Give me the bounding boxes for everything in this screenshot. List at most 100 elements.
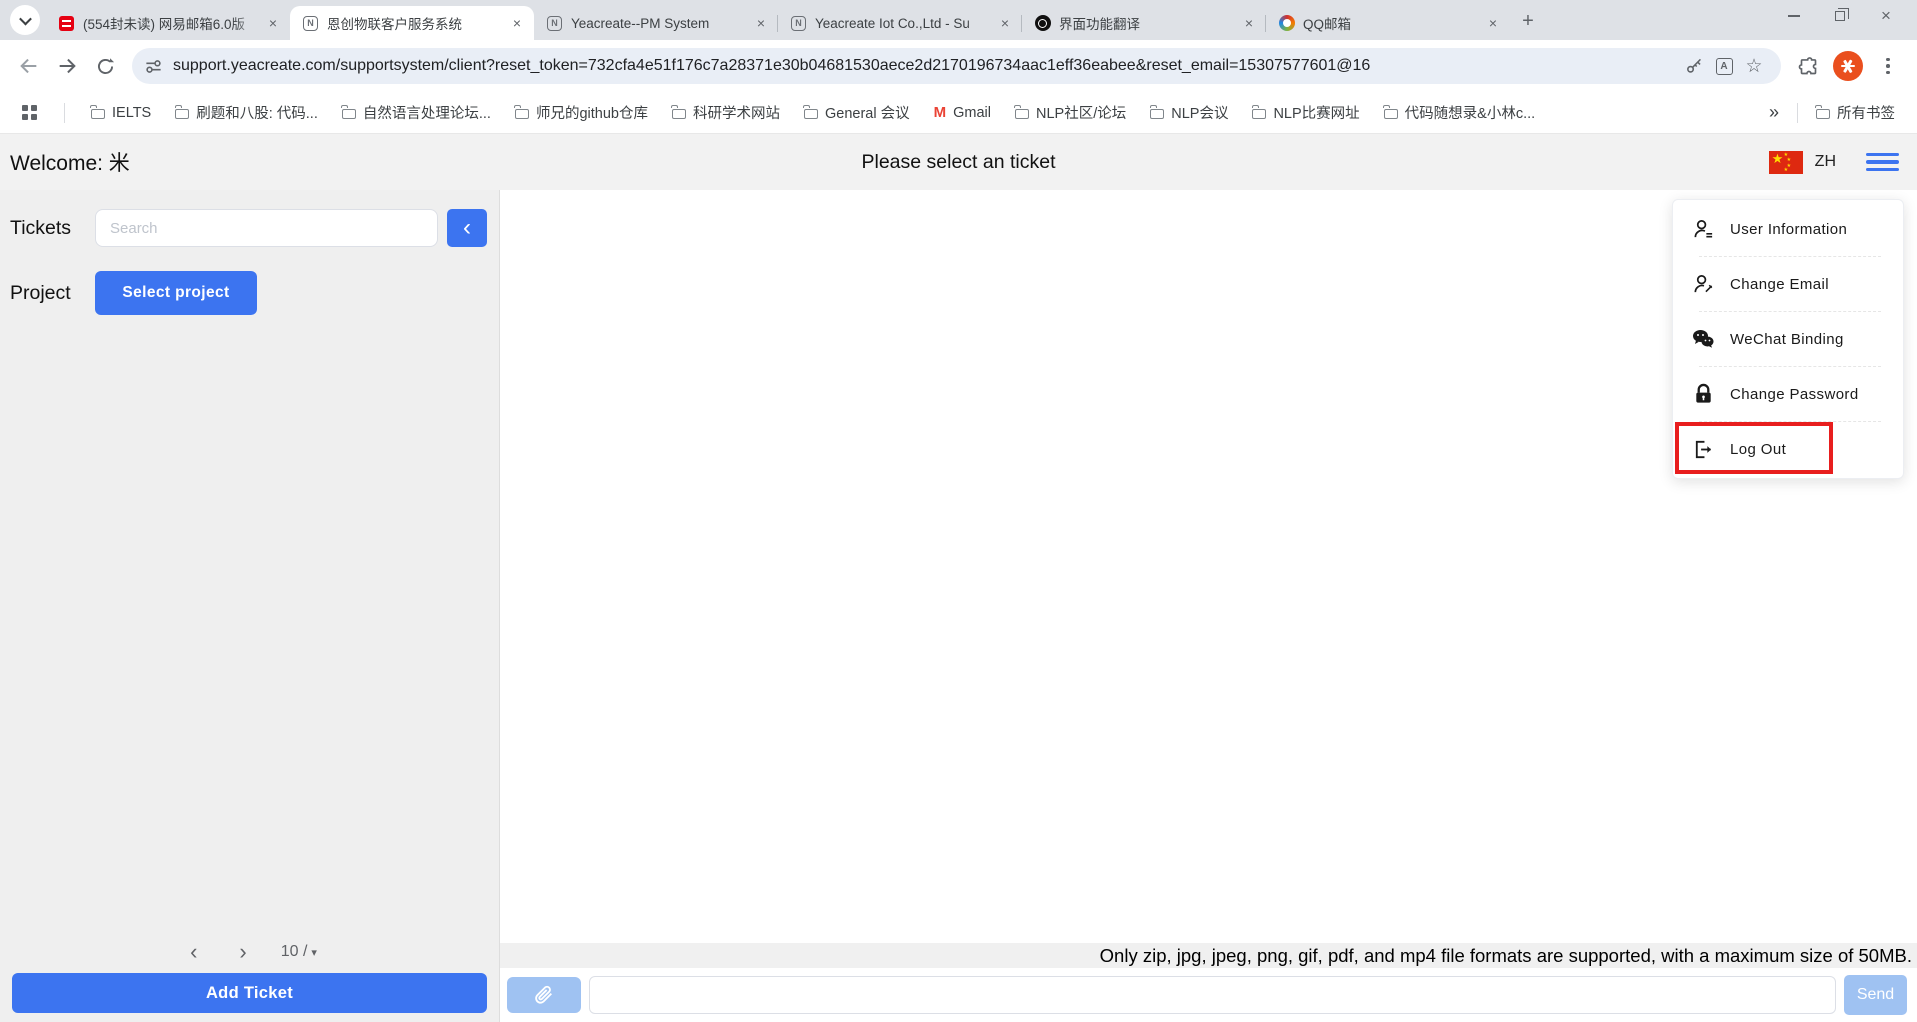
send-button[interactable]: Send bbox=[1844, 975, 1907, 1015]
support-page: Welcome: 米 Please select an ticket ★ ★ ★… bbox=[0, 134, 1917, 1022]
minimize-icon bbox=[1788, 15, 1800, 17]
prev-page-button[interactable]: ‹ bbox=[182, 941, 205, 963]
tab-close-icon[interactable]: × bbox=[1484, 14, 1502, 32]
tab-close-icon[interactable]: × bbox=[996, 14, 1014, 32]
bookmark-gmail[interactable]: M Gmail bbox=[926, 99, 999, 126]
chevron-left-icon: ‹ bbox=[463, 214, 471, 241]
close-icon: × bbox=[1881, 6, 1891, 25]
bookmark-folder[interactable]: General 会议 bbox=[796, 97, 918, 128]
select-project-button[interactable]: Select project bbox=[95, 271, 257, 315]
message-input[interactable] bbox=[589, 976, 1836, 1014]
add-ticket-button[interactable]: Add Ticket bbox=[12, 973, 487, 1013]
extensions-icon[interactable] bbox=[1789, 47, 1827, 85]
attach-file-button[interactable] bbox=[507, 977, 581, 1013]
upload-notice: Only zip, jpg, jpeg, png, gif, pdf, and … bbox=[500, 943, 1917, 968]
bookmark-folder[interactable]: NLP比赛网址 bbox=[1244, 97, 1367, 128]
menu-item-change-password[interactable]: Change Password bbox=[1673, 367, 1903, 421]
translate-icon[interactable]: A bbox=[1709, 51, 1739, 81]
yeacreate-icon: N bbox=[302, 15, 319, 32]
tab-qq-mail[interactable]: QQ邮箱 × bbox=[1265, 6, 1510, 40]
logout-icon bbox=[1691, 437, 1715, 461]
tab-translate[interactable]: 界面功能翻译 × bbox=[1021, 6, 1266, 40]
bookmark-label: 师兄的github仓库 bbox=[535, 106, 648, 122]
user-info-icon bbox=[1691, 217, 1715, 241]
bookmark-star-icon[interactable]: ☆ bbox=[1739, 51, 1769, 81]
reload-button[interactable] bbox=[86, 47, 124, 85]
collapse-sidebar-button[interactable]: ‹ bbox=[447, 209, 487, 247]
caret-down-icon: ▾ bbox=[311, 946, 317, 959]
bookmark-label: NLP比赛网址 bbox=[1273, 106, 1360, 122]
pagination: ‹ › 10 /▾ bbox=[0, 941, 499, 963]
tab-pm-system[interactable]: N Yeacreate--PM System × bbox=[534, 6, 778, 40]
menu-item-user-information[interactable]: User Information bbox=[1673, 202, 1903, 256]
next-page-button[interactable]: › bbox=[231, 941, 254, 963]
bookmark-label: Gmail bbox=[953, 104, 991, 121]
page-header: Welcome: 米 Please select an ticket ★ ★ ★… bbox=[0, 134, 1917, 190]
tab-close-icon[interactable]: × bbox=[264, 14, 282, 32]
bookmark-label: General 会议 bbox=[824, 106, 910, 122]
message-composer: Send bbox=[500, 968, 1917, 1022]
menu-item-label: Log Out bbox=[1730, 440, 1787, 458]
window-controls: × bbox=[1771, 0, 1909, 32]
bookmark-label: 科研学术网站 bbox=[692, 106, 780, 122]
bookmark-folder[interactable]: 科研学术网站 bbox=[664, 97, 788, 128]
profile-avatar[interactable] bbox=[1833, 51, 1863, 81]
minimize-button[interactable] bbox=[1771, 0, 1817, 32]
apps-grid-icon[interactable] bbox=[14, 100, 46, 126]
page-title: Please select an ticket bbox=[861, 150, 1056, 173]
bookmark-folder[interactable]: NLP会议 bbox=[1142, 97, 1236, 128]
password-key-icon[interactable] bbox=[1679, 51, 1709, 81]
tab-title: (554封未读) 网易邮箱6.0版 bbox=[83, 17, 246, 32]
address-bar[interactable]: support.yeacreate.com/supportsystem/clie… bbox=[132, 48, 1781, 84]
tab-yeacreate-iot[interactable]: N Yeacreate Iot Co.,Ltd - Su × bbox=[777, 6, 1022, 40]
tab-search-button[interactable] bbox=[10, 5, 40, 35]
bookmark-folder[interactable]: NLP社区/论坛 bbox=[1007, 97, 1134, 128]
gmail-icon: M bbox=[933, 104, 947, 121]
browser-toolbar: support.yeacreate.com/supportsystem/clie… bbox=[0, 40, 1917, 92]
change-email-icon bbox=[1691, 272, 1715, 296]
folder-icon bbox=[174, 105, 190, 119]
china-flag-icon: ★ ★ ★ ★ ★ bbox=[1768, 150, 1803, 174]
browser-window: (554封未读) 网易邮箱6.0版 × N 恩创物联客户服务系统 × N Yea… bbox=[0, 0, 1917, 1022]
user-menu-toggle[interactable] bbox=[1862, 149, 1903, 176]
menu-item-label: WeChat Binding bbox=[1730, 330, 1844, 348]
restore-button[interactable] bbox=[1817, 0, 1863, 32]
bookmark-folder[interactable]: 代码随想录&小林c... bbox=[1376, 97, 1544, 128]
folder-icon bbox=[1251, 105, 1267, 119]
close-button[interactable]: × bbox=[1863, 0, 1909, 32]
page-size-select[interactable]: 10 /▾ bbox=[281, 943, 317, 961]
tab-support-system-active[interactable]: N 恩创物联客户服务系统 × bbox=[290, 6, 534, 40]
menu-item-change-email[interactable]: Change Email bbox=[1673, 257, 1903, 311]
folder-icon bbox=[341, 105, 356, 119]
user-dropdown-menu: User Information Change Email WeChat Bin… bbox=[1672, 199, 1904, 479]
netease-mail-icon bbox=[58, 15, 75, 32]
back-button[interactable] bbox=[10, 47, 48, 85]
folder-icon bbox=[1149, 105, 1165, 119]
new-tab-button[interactable]: + bbox=[1514, 7, 1542, 35]
wechat-icon bbox=[1691, 327, 1715, 351]
menu-item-log-out[interactable]: Log Out bbox=[1673, 422, 1903, 476]
bookmarks-overflow-chevron[interactable]: » bbox=[1761, 98, 1787, 127]
menu-item-wechat-binding[interactable]: WeChat Binding bbox=[1673, 312, 1903, 366]
forward-button[interactable] bbox=[48, 47, 86, 85]
tab-close-icon[interactable]: × bbox=[1240, 14, 1258, 32]
bookmark-folder[interactable]: 师兄的github仓库 bbox=[507, 97, 656, 128]
browser-menu-icon[interactable] bbox=[1869, 47, 1907, 85]
tab-netease-mail[interactable]: (554封未读) 网易邮箱6.0版 × bbox=[46, 6, 290, 40]
url-text: support.yeacreate.com/supportsystem/clie… bbox=[173, 57, 1371, 74]
folder-icon bbox=[514, 105, 529, 119]
tickets-label: Tickets bbox=[10, 216, 72, 239]
bookmark-folder[interactable]: IELTS bbox=[83, 100, 159, 126]
ticket-search-input[interactable] bbox=[95, 209, 438, 247]
bookmark-folder[interactable]: 自然语言处理论坛... bbox=[334, 97, 499, 128]
site-settings-icon[interactable] bbox=[144, 57, 163, 76]
reload-icon bbox=[97, 57, 114, 74]
folder-icon bbox=[1383, 105, 1398, 119]
bookmarks-bar: IELTS 刷题和八股: 代码... 自然语言处理论坛... 师兄的github… bbox=[0, 92, 1917, 134]
folder-icon bbox=[1815, 105, 1830, 119]
yeacreate-icon: N bbox=[790, 15, 807, 32]
tab-close-icon[interactable]: × bbox=[752, 14, 770, 32]
all-bookmarks[interactable]: 所有书签 bbox=[1808, 97, 1903, 128]
tab-close-icon[interactable]: × bbox=[508, 14, 526, 32]
bookmark-folder[interactable]: 刷题和八股: 代码... bbox=[167, 97, 326, 128]
